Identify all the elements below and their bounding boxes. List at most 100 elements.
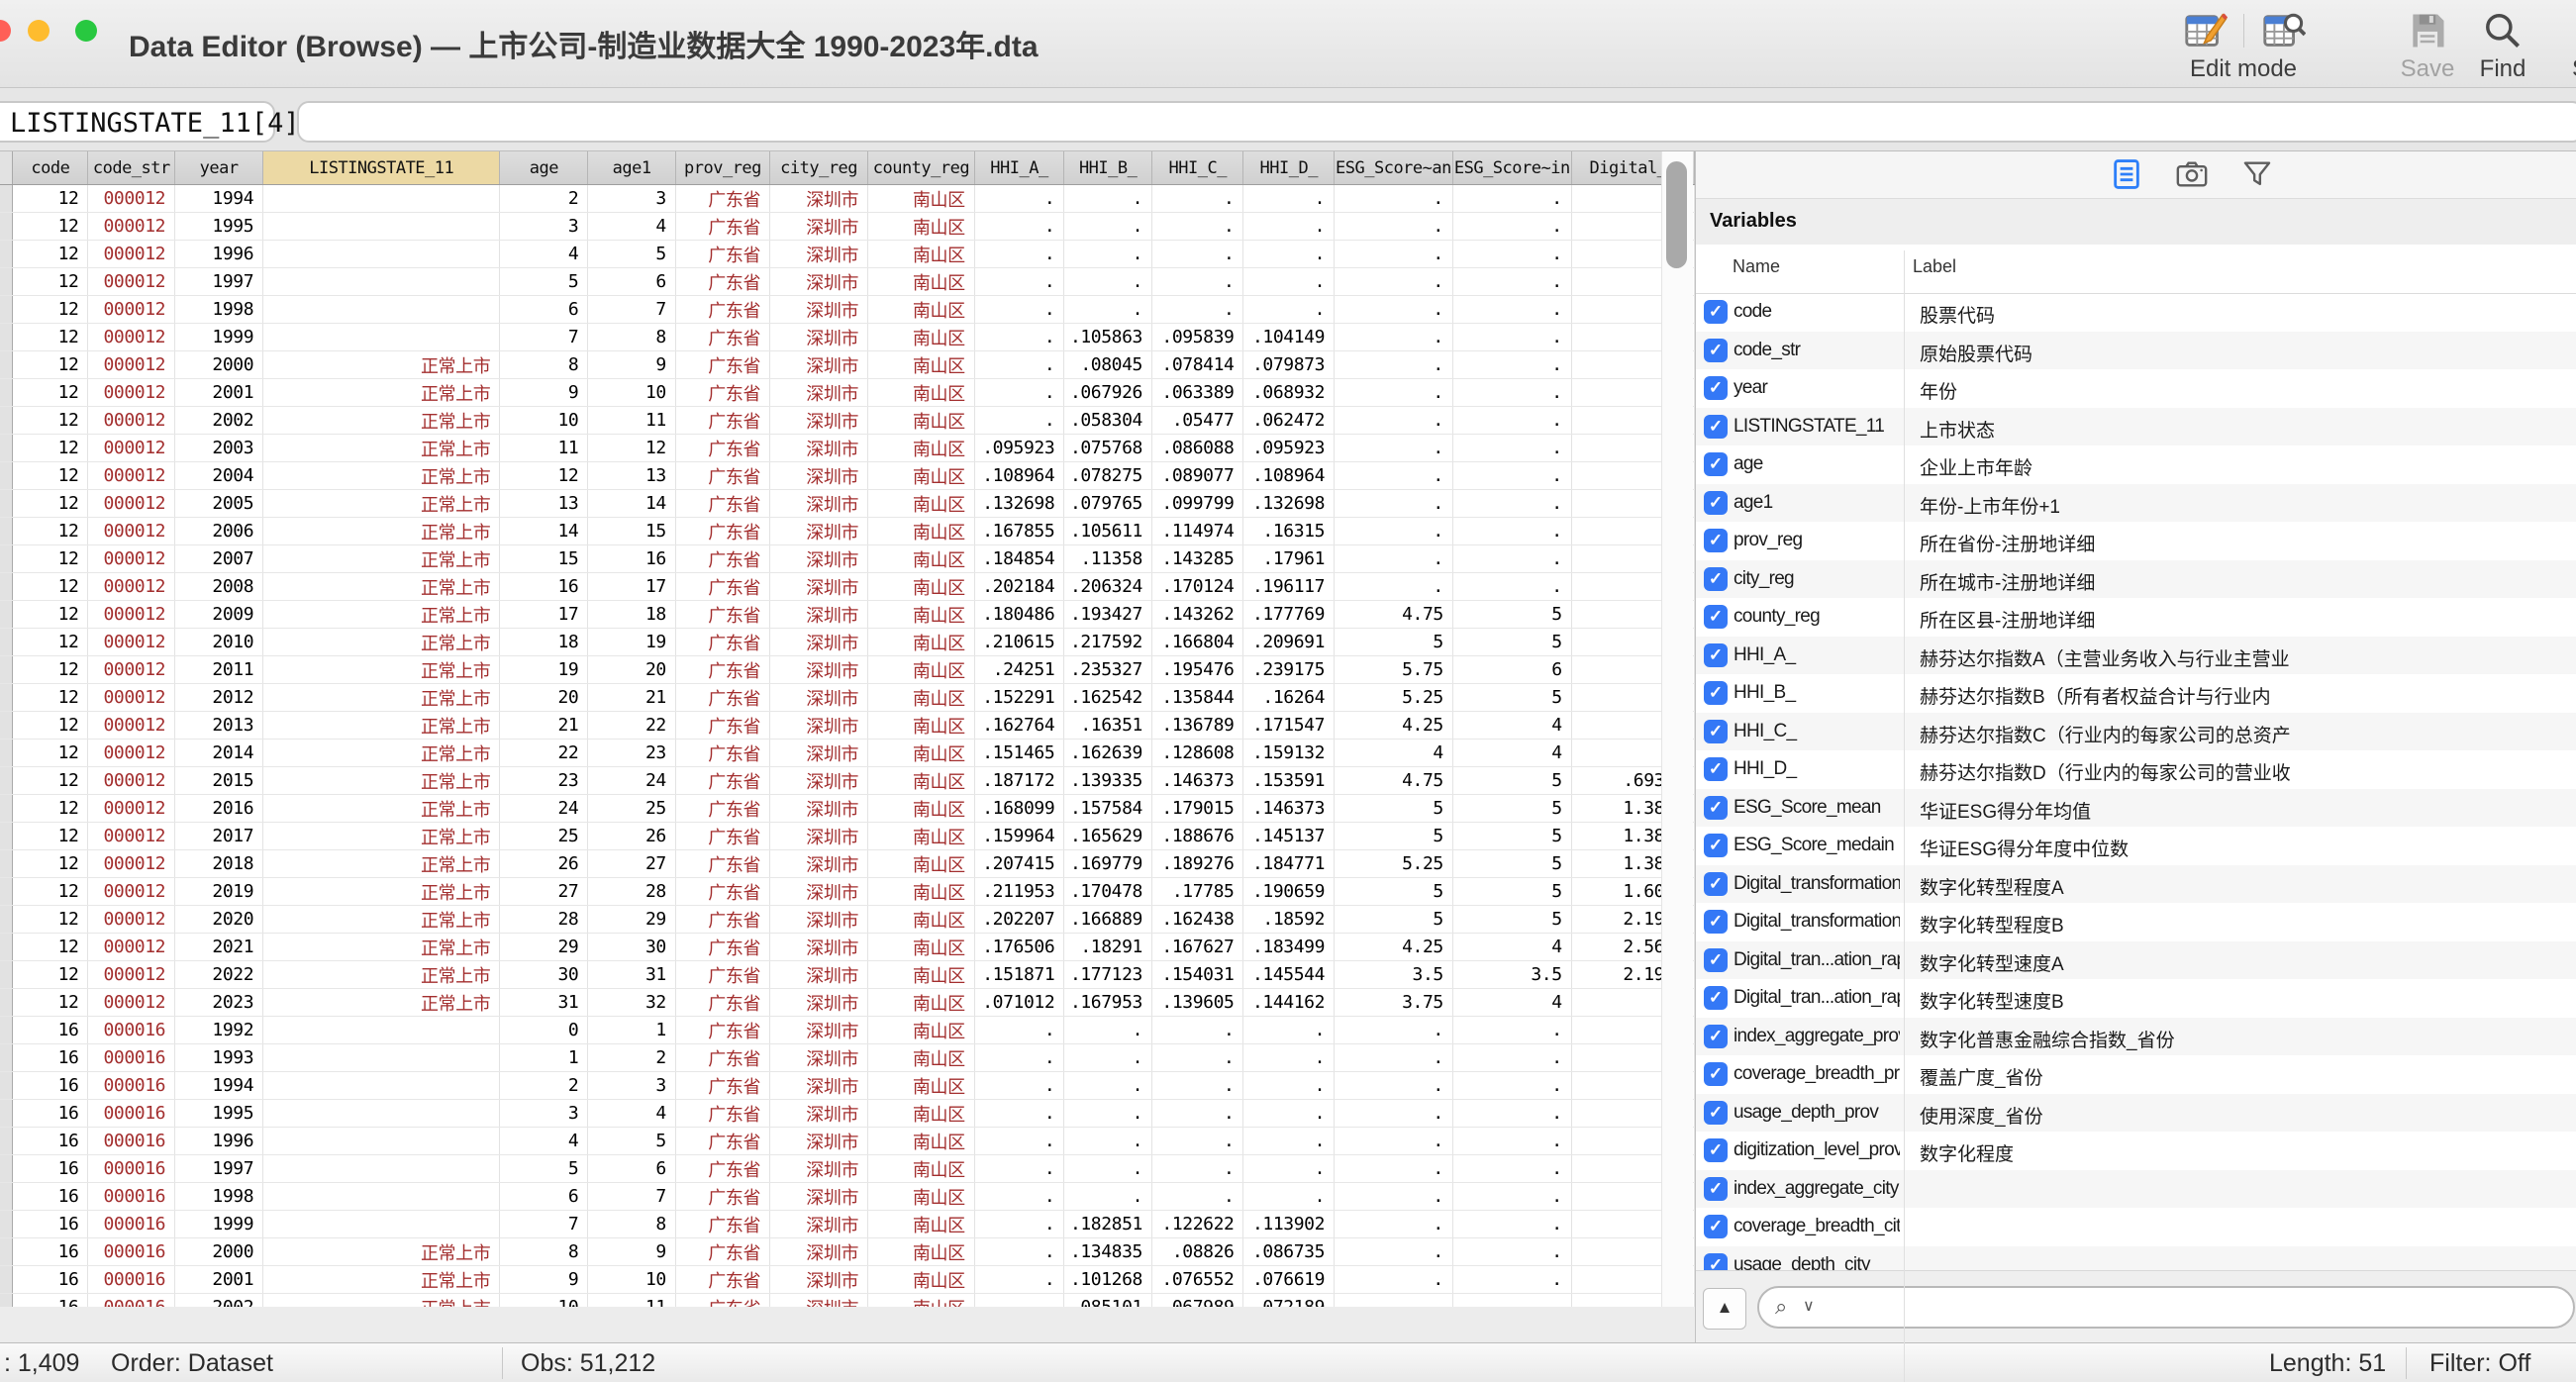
cell-HHI_B_[interactable]: .	[1064, 1072, 1152, 1100]
cell-city_reg[interactable]: 深圳市	[770, 1211, 868, 1238]
cell-code_str[interactable]: 000012	[88, 656, 175, 684]
cell-ESG_Score~an[interactable]: .	[1335, 462, 1453, 490]
cell-county_reg[interactable]: 南山区	[868, 490, 975, 518]
cell-county_reg[interactable]: 南山区	[868, 961, 975, 989]
cell-code_str[interactable]: 000012	[88, 961, 175, 989]
cell-ESG_Score~an[interactable]: 4.75	[1335, 767, 1453, 795]
cell-HHI_B_[interactable]: .058304	[1064, 407, 1152, 435]
cell-HHI_A_[interactable]: .095923	[974, 435, 1064, 462]
cell-HHI_C_[interactable]: .114974	[1152, 518, 1243, 545]
cell-age[interactable]: 6	[500, 1183, 588, 1211]
cell-HHI_C_[interactable]: .143262	[1152, 601, 1243, 629]
cell-HHI_B_[interactable]: .157584	[1064, 795, 1152, 823]
cell-ESG_Score~an[interactable]: .	[1335, 1238, 1453, 1266]
cell-HHI_A_[interactable]: .108964	[974, 462, 1064, 490]
cell-ESG_Score~an[interactable]: 3.75	[1335, 989, 1453, 1017]
cell-city_reg[interactable]: 深圳市	[770, 906, 868, 934]
cell-year[interactable]: 2014	[175, 740, 263, 767]
scrollbar-thumb[interactable]	[1666, 161, 1687, 268]
cell-age[interactable]: 22	[500, 740, 588, 767]
cell-prov_reg[interactable]: 广东省	[675, 1017, 769, 1044]
cell-HHI_D_[interactable]: .104149	[1243, 324, 1335, 351]
cell-age1[interactable]: 26	[588, 823, 676, 850]
cell-HHI_A_[interactable]: .	[974, 1238, 1064, 1266]
cell-prov_reg[interactable]: 广东省	[675, 712, 769, 740]
cell-county_reg[interactable]: 南山区	[868, 989, 975, 1017]
cell-HHI_A_[interactable]: .187172	[974, 767, 1064, 795]
row-gutter-cell[interactable]	[0, 656, 13, 684]
cell-age[interactable]: 29	[500, 934, 588, 961]
row-gutter-cell[interactable]	[0, 684, 13, 712]
cell-code_str[interactable]: 000016	[88, 1100, 175, 1128]
cell-year[interactable]: 2009	[175, 601, 263, 629]
variable-checkbox[interactable]: ✓	[1704, 376, 1728, 400]
cell-age[interactable]: 9	[500, 1266, 588, 1294]
cell-HHI_D_[interactable]: .184771	[1243, 850, 1335, 878]
cell-ESG_Score~an[interactable]: .	[1335, 490, 1453, 518]
variable-checkbox[interactable]: ✓	[1704, 339, 1728, 362]
cell-county_reg[interactable]: 南山区	[868, 601, 975, 629]
cell-LISTINGSTATE_11[interactable]: 正常上市	[263, 656, 500, 684]
cell-age1[interactable]: 10	[588, 1266, 676, 1294]
row-gutter-cell[interactable]	[0, 850, 13, 878]
cell-LISTINGSTATE_11[interactable]	[263, 1128, 500, 1155]
cell-prov_reg[interactable]: 广东省	[675, 351, 769, 379]
cell-HHI_C_[interactable]: .195476	[1152, 656, 1243, 684]
cell-HHI_A_[interactable]: .	[974, 379, 1064, 407]
cell-HHI_D_[interactable]: .	[1243, 1183, 1335, 1211]
cell-year[interactable]: 2000	[175, 1238, 263, 1266]
cell-city_reg[interactable]: 深圳市	[770, 1266, 868, 1294]
variable-row-LISTINGSTATE_11[interactable]: ✓LISTINGSTATE_11上市状态	[1696, 408, 2576, 446]
cell-HHI_C_[interactable]: .17785	[1152, 878, 1243, 906]
cell-age1[interactable]: 18	[588, 601, 676, 629]
cell-age1[interactable]: 23	[588, 740, 676, 767]
cell-county_reg[interactable]: 南山区	[868, 379, 975, 407]
cell-county_reg[interactable]: 南山区	[868, 767, 975, 795]
cell-ESG_Score~in[interactable]: 6	[1452, 656, 1571, 684]
cell-year[interactable]: 1997	[175, 268, 263, 296]
cell-year[interactable]: 2005	[175, 490, 263, 518]
variable-checkbox[interactable]: ✓	[1704, 1253, 1728, 1271]
row-gutter-cell[interactable]	[0, 906, 13, 934]
cell-LISTINGSTATE_11[interactable]: 正常上市	[263, 767, 500, 795]
cell-HHI_A_[interactable]: .24251	[974, 656, 1064, 684]
cell-prov_reg[interactable]: 广东省	[675, 767, 769, 795]
cell-ESG_Score~in[interactable]: .	[1452, 379, 1571, 407]
cell-prov_reg[interactable]: 广东省	[675, 518, 769, 545]
cell-prov_reg[interactable]: 广东省	[675, 1128, 769, 1155]
row-gutter-cell[interactable]	[0, 241, 13, 268]
properties-list-icon[interactable]	[2110, 156, 2143, 192]
cell-HHI_C_[interactable]: .162438	[1152, 906, 1243, 934]
cell-HHI_C_[interactable]: .	[1152, 268, 1243, 296]
column-header-ESG_Score~in[interactable]: ESG_Score~in	[1452, 151, 1571, 185]
cell-LISTINGSTATE_11[interactable]: 正常上市	[263, 435, 500, 462]
save-button[interactable]: Save	[2388, 8, 2467, 83]
row-gutter-cell[interactable]	[0, 573, 13, 601]
cell-ESG_Score~in[interactable]: .	[1452, 1100, 1571, 1128]
cell-HHI_C_[interactable]: .146373	[1152, 767, 1243, 795]
cell-age[interactable]: 15	[500, 545, 588, 573]
cell-age1[interactable]: 4	[588, 1100, 676, 1128]
cell-HHI_B_[interactable]: .	[1064, 185, 1152, 213]
cell-city_reg[interactable]: 深圳市	[770, 213, 868, 241]
cell-county_reg[interactable]: 南山区	[868, 795, 975, 823]
cell-ESG_Score~in[interactable]: .	[1452, 1238, 1571, 1266]
cell-HHI_D_[interactable]: .196117	[1243, 573, 1335, 601]
cell-city_reg[interactable]: 深圳市	[770, 351, 868, 379]
variable-row-index_aggregate_prov[interactable]: ✓index_aggregate_prov数字化普惠金融综合指数_省份	[1696, 1018, 2576, 1056]
label-column-header[interactable]: Label	[1913, 256, 1956, 277]
cell-HHI_A_[interactable]: .211953	[974, 878, 1064, 906]
column-header-ESG_Score~an[interactable]: ESG_Score~an	[1335, 151, 1453, 185]
variable-checkbox[interactable]: ✓	[1704, 1025, 1728, 1048]
cell-ESG_Score~an[interactable]: 4.25	[1335, 934, 1453, 961]
cell-HHI_B_[interactable]: .16351	[1064, 712, 1152, 740]
cell-city_reg[interactable]: 深圳市	[770, 1100, 868, 1128]
cell-city_reg[interactable]: 深圳市	[770, 1044, 868, 1072]
cell-ESG_Score~an[interactable]: 5.25	[1335, 850, 1453, 878]
cell-HHI_C_[interactable]: .135844	[1152, 684, 1243, 712]
cell-year[interactable]: 2001	[175, 379, 263, 407]
cell-year[interactable]: 2019	[175, 878, 263, 906]
cell-city_reg[interactable]: 深圳市	[770, 878, 868, 906]
cell-HHI_A_[interactable]: .071012	[974, 989, 1064, 1017]
cell-age[interactable]: 11	[500, 435, 588, 462]
